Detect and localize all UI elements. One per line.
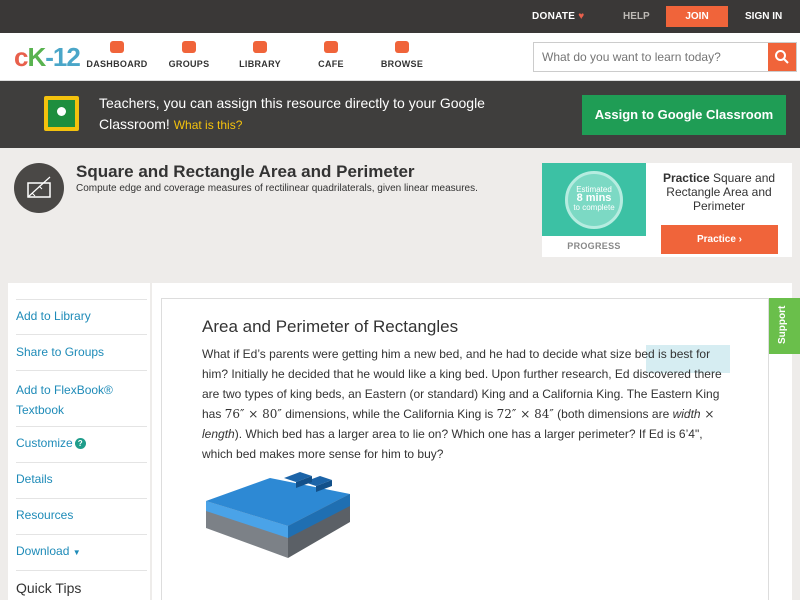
- width-term: width: [672, 407, 701, 421]
- heart-icon: ♥: [578, 11, 585, 22]
- times-sign: ×: [700, 407, 715, 421]
- estimated-mins: 8 mins: [576, 192, 612, 204]
- sidebar: Add to Library Share to Groups Add to Fl…: [8, 283, 150, 600]
- sidebar-item-resources[interactable]: Resources: [16, 508, 140, 522]
- top-utility-bar: DONATE ♥ HELP JOIN SIGN IN: [0, 0, 800, 33]
- sidebar-item-add-to-library[interactable]: Add to Library: [16, 309, 140, 323]
- sign-in-link[interactable]: SIGN IN: [745, 11, 782, 22]
- nav-groups[interactable]: GROUPS: [154, 41, 224, 69]
- nav-dashboard[interactable]: DASHBOARD: [82, 41, 152, 69]
- google-classroom-icon-person: [57, 107, 66, 116]
- nav-browse[interactable]: BROWSE: [367, 41, 437, 69]
- support-tab[interactable]: Support: [769, 298, 800, 354]
- quick-tips-heading[interactable]: Quick Tips: [16, 580, 81, 596]
- california-king-dims: 72″ × 84″: [496, 407, 554, 421]
- para-part4: ). Which bed has a larger area to lie on…: [202, 427, 703, 461]
- practice-title-bold: Practice: [662, 171, 710, 185]
- bed-illustration: [206, 472, 350, 558]
- download-label: Download: [16, 544, 70, 558]
- assign-google-classroom-button[interactable]: Assign to Google Classroom: [582, 95, 786, 135]
- google-classroom-icon-board: [48, 100, 75, 127]
- to-complete-label: to complete: [573, 203, 615, 212]
- nav-library-label: LIBRARY: [239, 59, 281, 69]
- customize-label: Customize: [16, 436, 73, 450]
- classroom-banner-text: Teachers, you can assign this resource d…: [99, 95, 485, 132]
- logo-k: K: [27, 42, 46, 72]
- sidebar-item-customize[interactable]: Customize?: [16, 436, 140, 450]
- library-icon: [253, 41, 267, 53]
- support-label: Support: [777, 305, 788, 344]
- concept-title: Square and Rectangle Area and Perimeter: [76, 162, 415, 181]
- sidebar-divider: [16, 370, 147, 371]
- nav-cafe[interactable]: CAFE: [296, 41, 366, 69]
- geometry-icon: [27, 176, 51, 198]
- nav-groups-label: GROUPS: [168, 59, 210, 69]
- classroom-banner-text-wrap: Teachers, you can assign this resource d…: [99, 93, 519, 136]
- search-box: [533, 42, 797, 72]
- google-classroom-banner: Teachers, you can assign this resource d…: [0, 81, 800, 148]
- practice-button-label: Practice: [696, 234, 736, 245]
- search-button[interactable]: [768, 43, 796, 71]
- add-flexbook-line2: Textbook: [16, 403, 65, 417]
- sidebar-divider: [16, 534, 147, 535]
- donate-link[interactable]: DONATE ♥: [532, 11, 585, 22]
- practice-progress-image: Estimated 8 mins to complete PROGRESS: [542, 163, 646, 257]
- concept-subtitle: Compute edge and coverage measures of re…: [76, 183, 478, 194]
- practice-title: Practice Square and Rectangle Area and P…: [654, 171, 784, 213]
- ck12-logo[interactable]: cK-12: [14, 42, 81, 73]
- sidebar-item-details[interactable]: Details: [16, 472, 140, 486]
- sidebar-divider: [16, 334, 147, 335]
- groups-icon: [182, 41, 196, 53]
- sidebar-divider: [16, 299, 147, 300]
- para-part3: (both dimensions are: [553, 407, 673, 421]
- caret-down-icon: ▼: [72, 548, 81, 557]
- sidebar-divider: [16, 426, 147, 427]
- logo-12: -12: [45, 42, 81, 72]
- sidebar-divider: [16, 498, 147, 499]
- browse-icon: [395, 41, 409, 53]
- join-button[interactable]: JOIN: [666, 6, 728, 27]
- help-link[interactable]: HELP: [623, 11, 650, 22]
- sidebar-divider: [16, 462, 147, 463]
- concept-icon: [14, 163, 64, 213]
- nav-dashboard-label: DASHBOARD: [86, 59, 148, 69]
- main-nav-bar: cK-12 DASHBOARD GROUPS LIBRARY CAFE BROW…: [0, 33, 800, 81]
- sidebar-item-share-to-groups[interactable]: Share to Groups: [16, 345, 140, 359]
- what-is-this-link[interactable]: What is this?: [174, 118, 243, 132]
- eastern-king-dims: 76″ × 80″: [224, 407, 282, 421]
- dashboard-icon: [110, 41, 124, 53]
- logo-c: c: [14, 42, 29, 72]
- help-icon[interactable]: ?: [74, 438, 86, 449]
- donate-label: DONATE: [532, 11, 576, 22]
- content-title: Area and Perimeter of Rectangles: [202, 317, 459, 336]
- sidebar-item-add-to-flexbook[interactable]: Add to FlexBook® Textbook: [16, 380, 140, 420]
- sidebar-item-download[interactable]: Download ▼: [16, 544, 140, 558]
- length-term: length: [202, 427, 235, 441]
- content-paragraph: What if Ed’s parents were getting him a …: [202, 344, 730, 464]
- chevron-right-icon: ›: [738, 234, 743, 245]
- add-flexbook-line1: Add to FlexBook®: [16, 383, 113, 397]
- practice-card: Estimated 8 mins to complete PROGRESS Pr…: [542, 163, 792, 257]
- practice-button[interactable]: Practice ›: [661, 225, 778, 254]
- cafe-icon: [324, 41, 338, 53]
- progress-label: PROGRESS: [542, 236, 646, 257]
- sidebar-divider: [16, 570, 147, 571]
- search-input[interactable]: [534, 43, 768, 71]
- para-part2: dimensions, while the California King is: [281, 407, 497, 421]
- google-classroom-icon: [44, 96, 79, 131]
- estimated-time-badge: Estimated 8 mins to complete: [565, 171, 623, 229]
- nav-cafe-label: CAFE: [318, 59, 344, 69]
- nav-browse-label: BROWSE: [380, 59, 424, 69]
- nav-library[interactable]: LIBRARY: [225, 41, 295, 69]
- search-icon: [775, 50, 789, 64]
